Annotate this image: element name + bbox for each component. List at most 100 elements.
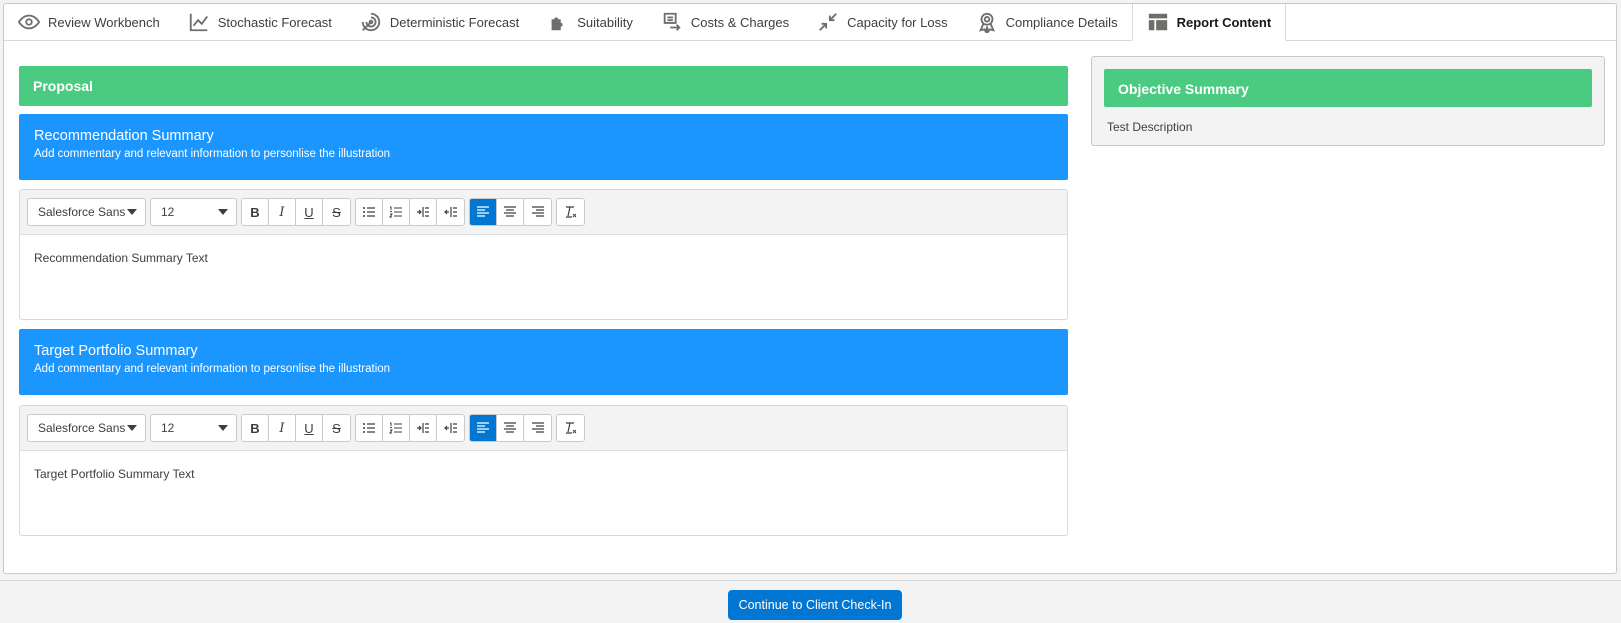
chevron-down-icon — [127, 209, 137, 215]
chevron-down-icon — [218, 209, 228, 215]
proposal-title: Proposal — [33, 78, 93, 94]
tab-label: Compliance Details — [1005, 14, 1118, 30]
line-chart-icon — [189, 13, 208, 32]
align-right-button[interactable] — [524, 199, 551, 225]
tab-label: Costs & Charges — [690, 14, 790, 30]
align-right-button[interactable] — [524, 415, 551, 441]
strikethrough-button[interactable]: S — [323, 199, 350, 225]
strikethrough-button[interactable]: S — [323, 415, 350, 441]
list-group — [355, 414, 465, 442]
target-portfolio-subtitle: Add commentary and relevant information … — [34, 363, 391, 375]
proposal-header: Proposal — [19, 66, 1068, 106]
align-left-icon — [477, 206, 489, 217]
tab-compliance-details[interactable]: Compliance Details — [962, 4, 1132, 40]
objective-summary-panel: Objective Summary Test Description — [1091, 56, 1605, 146]
align-left-icon — [477, 422, 489, 433]
objective-summary-header: Objective Summary — [1104, 69, 1592, 107]
chevron-down-icon — [218, 425, 228, 431]
chevron-down-icon — [127, 425, 137, 431]
indent-icon — [417, 423, 429, 433]
tab-label: Report Content — [1176, 14, 1272, 30]
font-size-select[interactable]: 12 — [150, 414, 237, 442]
tab-label: Stochastic Forecast — [217, 14, 332, 30]
outdent-button[interactable] — [437, 199, 464, 225]
italic-icon: I — [279, 204, 285, 220]
outdent-icon — [443, 423, 457, 433]
format-group: B I U S — [241, 198, 351, 226]
recommendation-text-area[interactable]: Recommendation Summary Text — [20, 235, 1067, 281]
target-portfolio-text: Target Portfolio Summary Text — [34, 467, 195, 481]
bold-button[interactable]: B — [242, 199, 269, 225]
target-portfolio-editor: Salesforce Sans 12 B I U S Target Portfo… — [19, 405, 1068, 536]
font-family-select[interactable]: Salesforce Sans — [27, 198, 146, 226]
tab-review-workbench[interactable]: Review Workbench — [4, 4, 174, 40]
objective-description: Test Description — [1107, 120, 1193, 134]
list-arrow-icon — [663, 12, 681, 31]
clear-group — [556, 414, 585, 442]
award-icon — [978, 12, 995, 33]
indent-button[interactable] — [410, 199, 437, 225]
numbered-list-icon — [389, 206, 402, 218]
target-portfolio-text-area[interactable]: Target Portfolio Summary Text — [20, 451, 1067, 497]
bold-icon: B — [250, 204, 260, 220]
clear-group — [556, 198, 585, 226]
underline-button[interactable]: U — [296, 415, 323, 441]
numbered-list-icon — [389, 422, 402, 434]
indent-icon — [417, 207, 429, 217]
recommendation-subtitle: Add commentary and relevant information … — [34, 148, 391, 160]
list-group — [355, 198, 465, 226]
clear-format-button[interactable] — [557, 199, 584, 225]
align-center-icon — [504, 422, 516, 433]
underline-button[interactable]: U — [296, 199, 323, 225]
layout-icon — [1148, 13, 1167, 31]
align-right-icon — [531, 422, 544, 433]
clear-format-button[interactable] — [557, 415, 584, 441]
radar-icon — [361, 12, 381, 32]
bullet-list-icon — [363, 207, 375, 217]
numbered-list-button[interactable] — [383, 199, 410, 225]
tab-suitability[interactable]: Suitability — [533, 4, 647, 40]
bold-button[interactable]: B — [242, 415, 269, 441]
tab-label: Deterministic Forecast — [389, 14, 520, 30]
indent-button[interactable] — [410, 415, 437, 441]
align-center-button[interactable] — [497, 199, 524, 225]
target-portfolio-title: Target Portfolio Summary — [34, 343, 198, 359]
tab-deterministic-forecast[interactable]: Deterministic Forecast — [346, 4, 533, 40]
align-left-button[interactable] — [470, 415, 497, 441]
bullet-list-button[interactable] — [356, 199, 383, 225]
strikethrough-icon: S — [332, 204, 341, 220]
font-family-value: Salesforce Sans — [38, 205, 126, 219]
italic-button[interactable]: I — [269, 415, 296, 441]
outdent-icon — [443, 207, 457, 217]
recommendation-editor: Salesforce Sans 12 B I U S Recommendatio… — [19, 189, 1068, 320]
bullet-list-button[interactable] — [356, 415, 383, 441]
eye-icon — [18, 14, 40, 30]
objective-summary-title: Objective Summary — [1118, 81, 1249, 97]
underline-icon: U — [304, 420, 314, 436]
recommendation-text: Recommendation Summary Text — [34, 251, 208, 265]
strikethrough-icon: S — [332, 420, 341, 436]
editor-toolbar: Salesforce Sans 12 B I U S — [20, 190, 1067, 235]
tab-costs-charges[interactable]: Costs & Charges — [647, 4, 803, 40]
tab-report-content[interactable]: Report Content — [1131, 4, 1287, 41]
font-size-select[interactable]: 12 — [150, 198, 237, 226]
tab-label: Review Workbench — [48, 14, 160, 30]
numbered-list-button[interactable] — [383, 415, 410, 441]
align-right-icon — [531, 206, 544, 217]
font-family-select[interactable]: Salesforce Sans — [27, 414, 146, 442]
align-group — [469, 414, 552, 442]
align-center-button[interactable] — [497, 415, 524, 441]
font-size-value: 12 — [161, 421, 175, 435]
bullet-list-icon — [363, 423, 375, 433]
outdent-button[interactable] — [437, 415, 464, 441]
align-left-button[interactable] — [470, 199, 497, 225]
continue-to-client-check-in-button[interactable]: Continue to Client Check-In — [728, 590, 902, 620]
recommendation-title: Recommendation Summary — [34, 128, 214, 144]
italic-button[interactable]: I — [269, 199, 296, 225]
puzzle-icon — [551, 17, 563, 31]
italic-icon: I — [279, 420, 285, 436]
font-family-value: Salesforce Sans — [38, 421, 126, 435]
tab-stochastic-forecast[interactable]: Stochastic Forecast — [174, 4, 346, 40]
tab-capacity-for-loss[interactable]: Capacity for Loss — [803, 4, 961, 40]
clear-format-icon — [565, 422, 576, 434]
